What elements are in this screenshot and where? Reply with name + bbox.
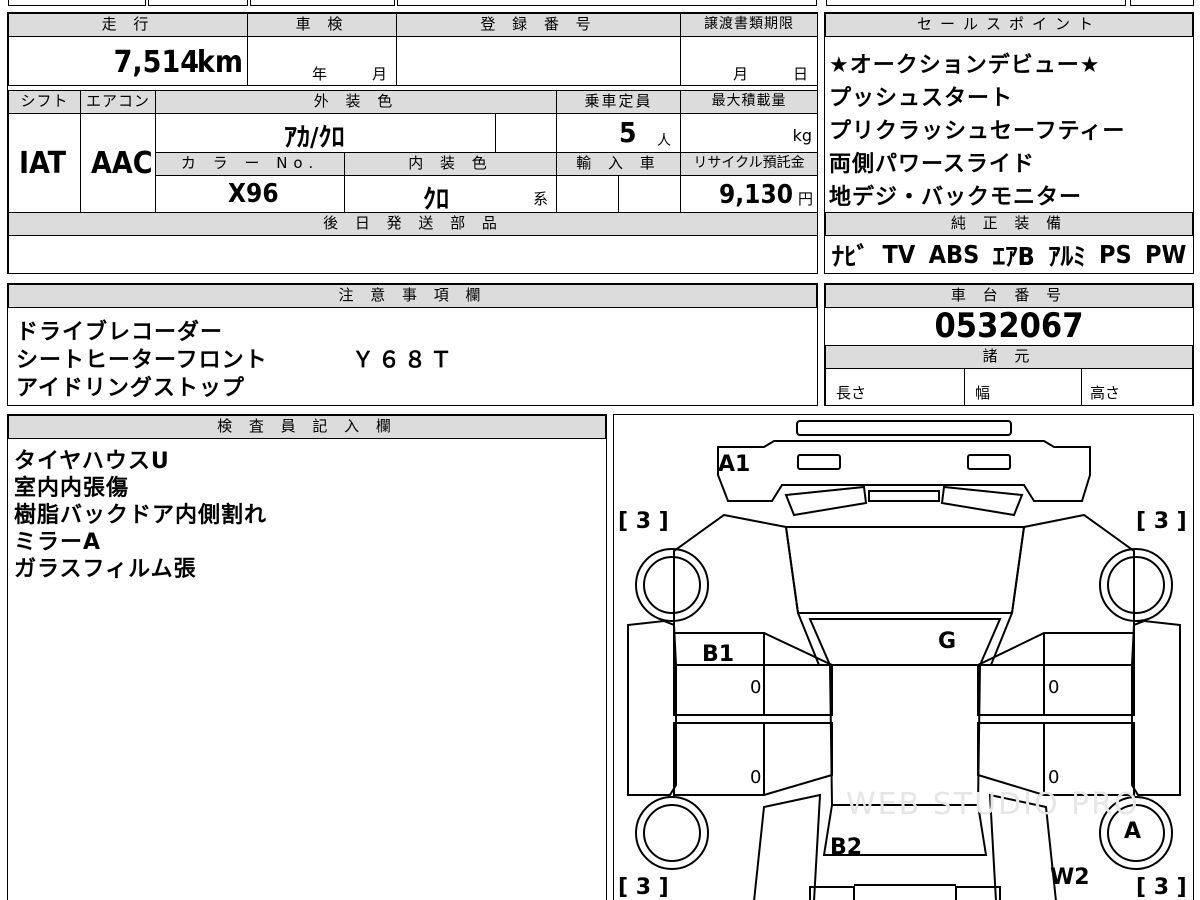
recycle-fee-cell: 9,130 円 — [680, 175, 818, 213]
sales-point-3: プリクラッシュセーフティー — [829, 119, 1126, 144]
recycle-fee-header: リサイクル預託金 — [680, 152, 818, 176]
max-load-header: 最大積載量 — [680, 90, 818, 114]
spec-width-cell: 幅 — [964, 368, 1082, 406]
spec-length-cell: 長さ — [825, 368, 965, 406]
later-parts-header: 後 日 発 送 部 品 — [8, 212, 818, 236]
max-load-unit: kg — [792, 126, 812, 145]
transfer-day-unit: 日 — [793, 65, 809, 83]
sales-point-2: プッシュスタート — [829, 86, 1014, 111]
interior-color-cell: ｸﾛ 系 — [344, 175, 557, 215]
tire-mark-fr: [ 3 ] — [1136, 509, 1187, 534]
registration-header: 登 録 番 号 — [396, 13, 681, 37]
aircon-value: AAC — [91, 146, 153, 181]
inspector-header: 検 査 員 記 入 欄 — [8, 415, 606, 439]
sales-point-5: 地デジ・バックモニター — [829, 185, 1083, 210]
zero-mark-3: 0 — [1048, 677, 1060, 698]
exterior-color-header: 外 装 色 — [155, 90, 557, 114]
import-header: 輸 入 車 — [556, 152, 681, 176]
equipment-alloy: ｱﾙﾐ — [1048, 241, 1086, 271]
exterior-color-extra-cell — [495, 113, 557, 153]
zero-mark-4: 0 — [1048, 767, 1060, 788]
equipment-tv: TV — [882, 240, 916, 269]
mileage-header: 走 行 — [8, 13, 248, 37]
inspector-box: 検 査 員 記 入 欄 タイヤハウスU 室内内張傷 樹脂バックドア内側割れ ミラ… — [7, 414, 607, 900]
note-code: Ｙ６８Ｔ — [352, 348, 457, 373]
mileage-unit: km — [196, 45, 243, 80]
mileage-value: 7,514 — [113, 45, 199, 80]
mark-b1: B1 — [702, 642, 735, 667]
mark-g: G — [938, 629, 957, 654]
capacity-value: 5 — [619, 116, 637, 149]
car-diagram — [627, 420, 1181, 900]
sales-points-header: セールスポイント — [825, 13, 1193, 37]
chassis-value: 0532067 — [934, 306, 1084, 346]
inspection-cell: 年 月 — [247, 36, 397, 86]
aircon-cell: AAC — [80, 113, 156, 213]
note-line-3: アイドリングストップ — [16, 376, 245, 401]
sales-points-box: セールスポイント ★オークションデビュー★ プッシュスタート プリクラッシュセー… — [824, 12, 1194, 274]
inspection-year-unit: 年 — [312, 65, 328, 83]
mark-b2: B2 — [830, 835, 863, 860]
interior-color-unit: 系 — [533, 190, 549, 208]
spec-width-label: 幅 — [975, 384, 991, 402]
mark-w2: W2 — [1050, 865, 1090, 890]
equipment-airbag: ｴｱB — [992, 241, 1035, 271]
notes-header: 注 意 事 項 欄 — [8, 284, 817, 308]
spec-height-label: 高さ — [1090, 384, 1121, 402]
tire-mark-rr: [ 3 ] — [1136, 875, 1187, 900]
mark-a: A — [1124, 819, 1142, 844]
registration-cell — [396, 36, 681, 86]
import-cell-1 — [556, 175, 619, 213]
shift-header: シフト — [8, 90, 81, 114]
recycle-fee-value: 9,130 — [719, 180, 793, 210]
shift-cell: IAT — [8, 113, 81, 213]
watermark: WEB STUDIO PRO — [846, 787, 1140, 822]
chassis-header: 車 台 番 号 — [825, 284, 1193, 308]
capacity-cell: 5 人 — [556, 113, 681, 153]
equipment-abs: ABS — [928, 240, 980, 269]
spec-length-label: 長さ — [836, 384, 867, 402]
genuine-equipment-header: 純 正 装 備 — [825, 212, 1193, 236]
equipment-pw: PW — [1145, 240, 1187, 269]
inspection-month-unit: 月 — [372, 65, 388, 83]
capacity-header: 乗車定員 — [556, 90, 681, 114]
equipment-ps: PS — [1098, 240, 1132, 269]
vehicle-info-table: 走 行 車 検 登 録 番 号 譲渡書類期限 7,514 km 年 月 月 日 … — [7, 12, 818, 274]
top-strip — [0, 0, 1200, 8]
capacity-unit: 人 — [657, 133, 671, 149]
tire-mark-fl: [ 3 ] — [618, 509, 669, 534]
recycle-fee-unit: 円 — [797, 190, 813, 208]
sales-point-4: 両側パワースライド — [829, 152, 1035, 177]
inspector-line-5: ガラスフィルム張 — [14, 557, 197, 582]
transfer-deadline-cell: 月 日 — [680, 36, 818, 86]
transfer-month-unit: 月 — [733, 65, 749, 83]
exterior-color-value: ｱｶ/ｸﾛ — [284, 123, 345, 153]
inspection-header: 車 検 — [247, 13, 397, 37]
color-no-cell: X96 — [155, 175, 345, 213]
shift-value: IAT — [19, 146, 67, 181]
color-no-header: カ ラ ー No. — [155, 152, 345, 176]
tire-mark-rl: [ 3 ] — [618, 875, 669, 900]
transfer-deadline-header: 譲渡書類期限 — [680, 13, 818, 37]
specs-header: 諸 元 — [825, 345, 1193, 369]
mark-a1: A1 — [718, 452, 751, 477]
aircon-header: エアコン — [80, 90, 156, 114]
mileage-cell: 7,514 km — [8, 36, 248, 86]
later-parts-cell — [8, 235, 818, 274]
genuine-equipment-list: ﾅﾋﾞ TV ABS ｴｱB ｱﾙﾐ PS PW — [825, 235, 1193, 274]
chassis-box: 車 台 番 号 0532067 諸 元 長さ 幅 高さ — [824, 283, 1194, 406]
zero-mark-2: 0 — [750, 767, 762, 788]
equipment-nav: ﾅﾋﾞ — [831, 241, 870, 271]
zero-mark-1: 0 — [750, 677, 762, 698]
interior-color-value: ｸﾛ — [423, 185, 450, 215]
import-cell-2 — [618, 175, 681, 213]
spec-height-cell: 高さ — [1081, 368, 1193, 406]
interior-color-header: 内 装 色 — [344, 152, 557, 176]
car-diagram-box: WEB STUDIO PRO A1 B1 G B2 A W2 [ 3 ] [ 3… — [613, 414, 1194, 900]
max-load-cell: kg — [680, 113, 818, 153]
color-no-value: X96 — [228, 179, 279, 209]
exterior-color-cell: ｱｶ/ｸﾛ — [155, 113, 496, 153]
sales-point-1: ★オークションデビュー★ — [829, 53, 1101, 78]
notes-box: 注 意 事 項 欄 ドライブレコーダー シートヒーターフロント Ｙ６８Ｔ アイド… — [7, 283, 818, 406]
